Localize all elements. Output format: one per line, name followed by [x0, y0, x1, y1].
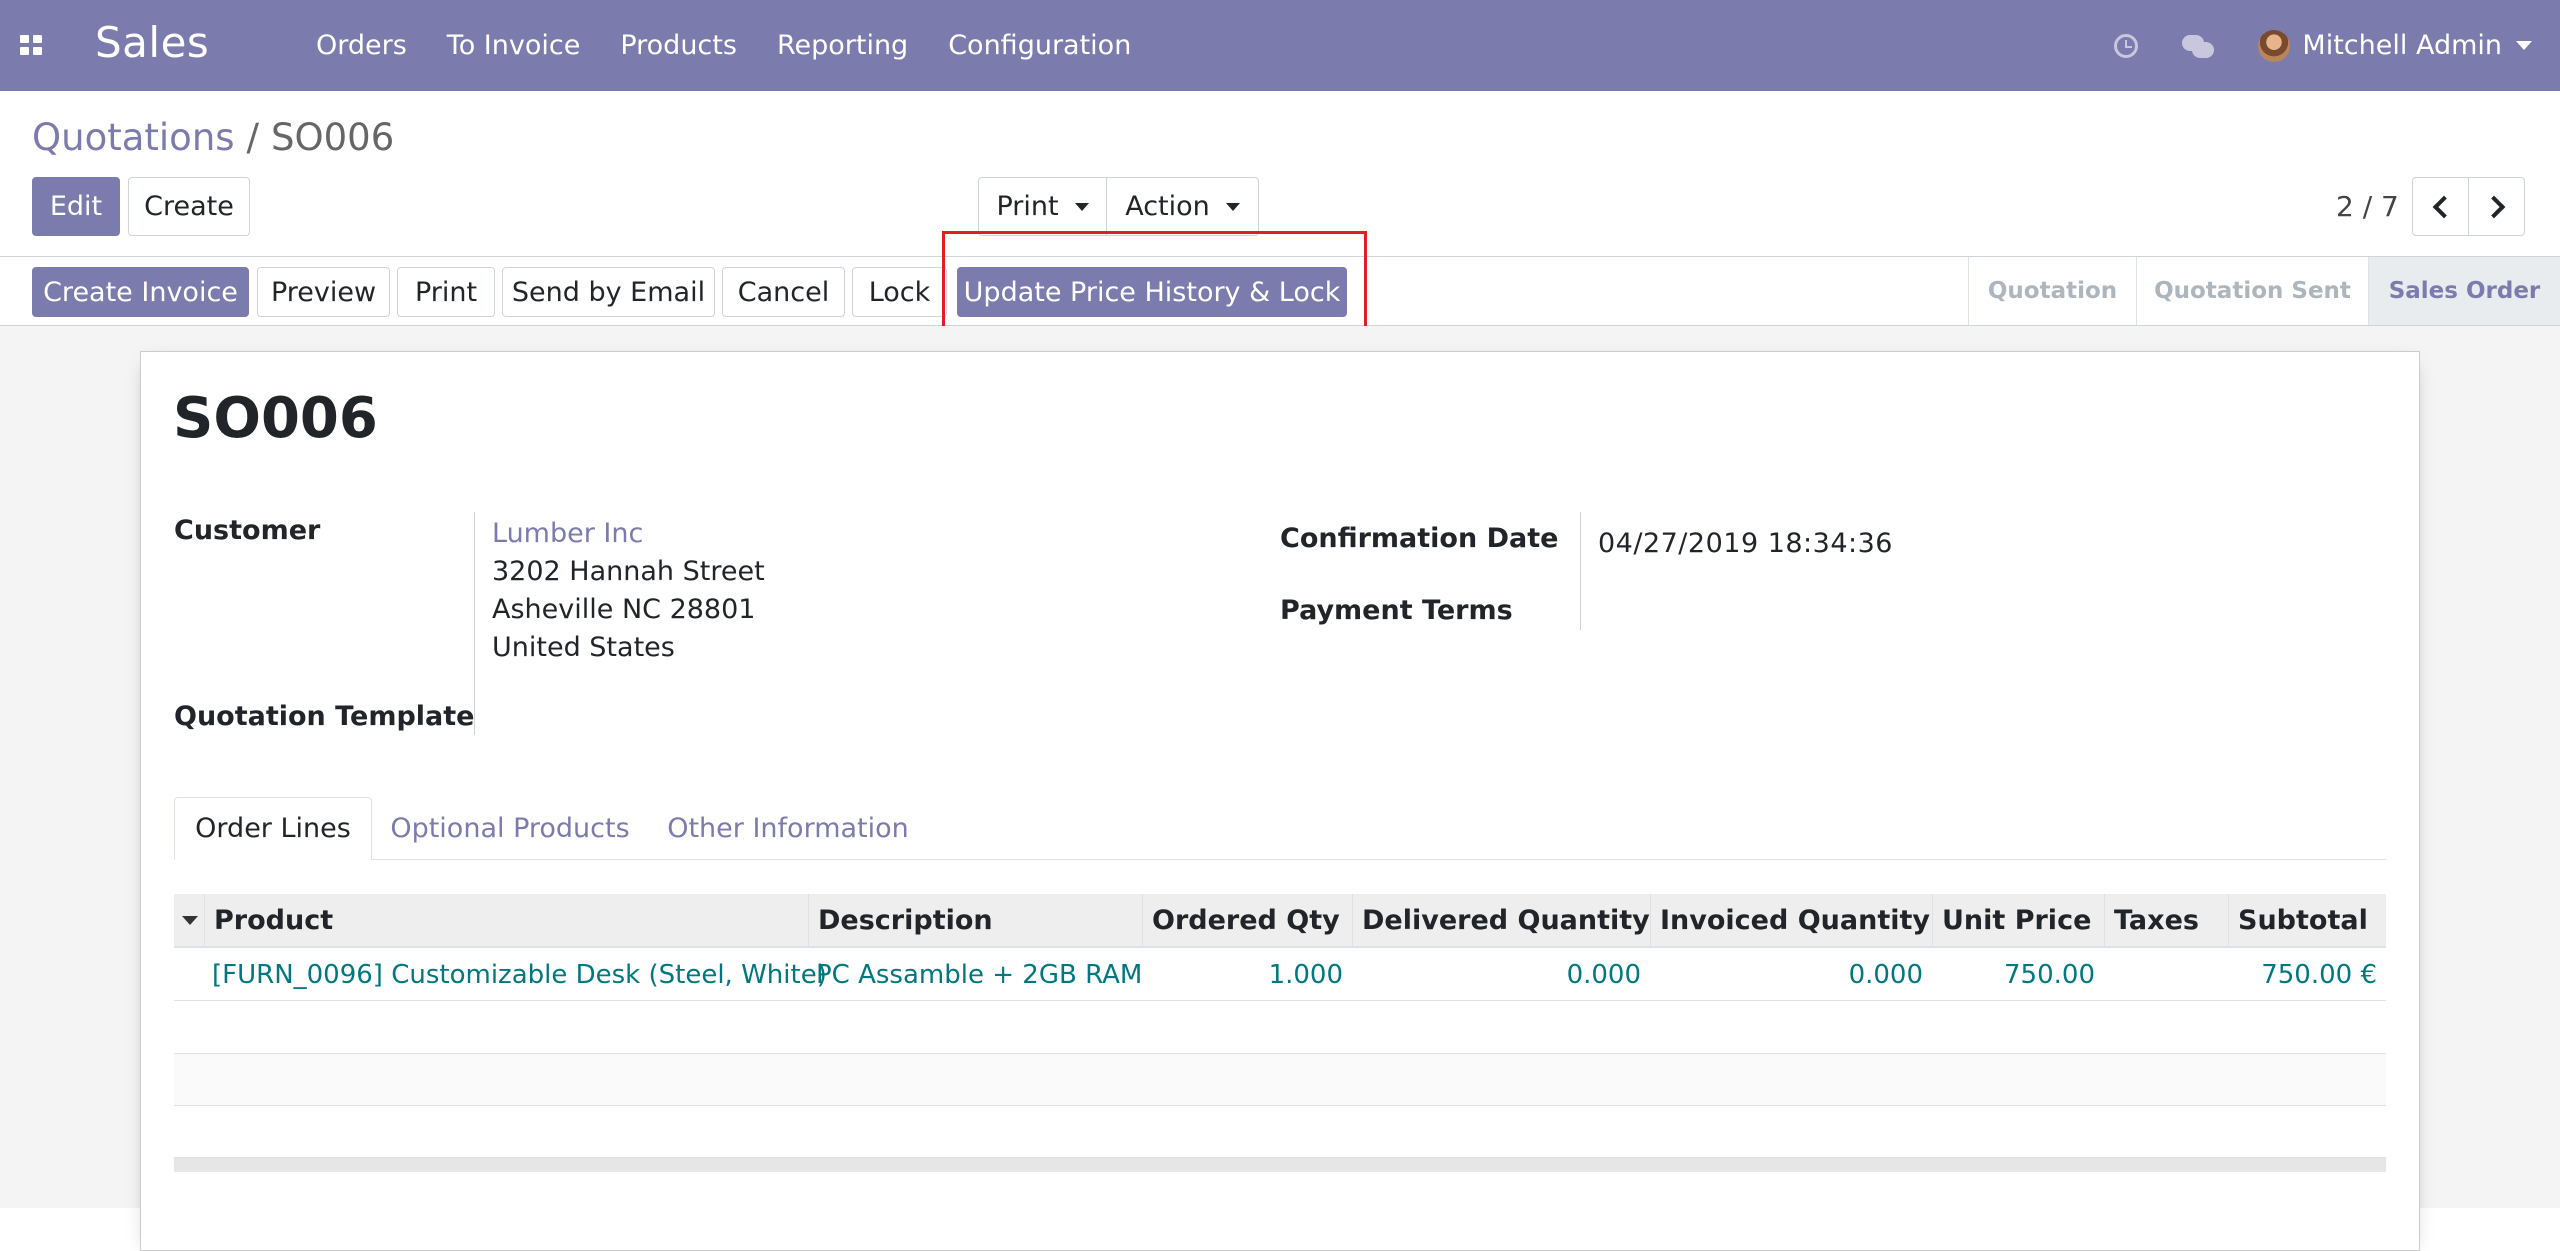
customer-address-line: 3202 Hannah Street [492, 556, 765, 587]
stage-quotation[interactable]: Quotation [1968, 257, 2136, 325]
tab-other-information[interactable]: Other Information [650, 797, 926, 860]
empty-table-row [174, 1054, 2386, 1106]
top-navbar: Sales Orders To Invoice Products Reporti… [0, 0, 2560, 91]
print-button[interactable]: Print [397, 267, 495, 317]
breadcrumb-separator: / [246, 116, 260, 159]
chevron-right-icon [2482, 195, 2505, 218]
navbar-systray: Mitchell Admin [2114, 0, 2560, 91]
table-footer [174, 1158, 2386, 1172]
create-button[interactable]: Create [128, 177, 250, 236]
stage-quotation-sent[interactable]: Quotation Sent [2136, 257, 2368, 325]
cell-invoiced-qty[interactable]: 0.000 [1650, 949, 1932, 1001]
column-header-description[interactable]: Description [808, 894, 1142, 946]
cell-subtotal[interactable]: 750.00 € [2228, 949, 2386, 1001]
print-dropdown-label: Print [996, 191, 1059, 222]
action-caret-icon [1225, 202, 1240, 211]
print-dropdown[interactable]: Print [978, 177, 1107, 236]
order-reference-title: SO006 [173, 386, 378, 451]
create-invoice-button[interactable]: Create Invoice [32, 267, 249, 317]
activity-clock-icon[interactable] [2114, 33, 2139, 58]
payment-terms-label: Payment Terms [1280, 595, 1513, 626]
customer-label: Customer [174, 515, 321, 546]
confirmation-date-label: Confirmation Date [1280, 523, 1559, 554]
tab-optional-products[interactable]: Optional Products [378, 797, 642, 860]
pager-previous-button[interactable] [2412, 177, 2469, 236]
tab-order-lines[interactable]: Order Lines [174, 797, 372, 860]
send-by-email-button[interactable]: Send by Email [502, 267, 715, 317]
table-row[interactable]: [FURN_0096] Customizable Desk (Steel, Wh… [174, 949, 2386, 1001]
stage-indicator: Quotation Quotation Sent Sales Order [1968, 257, 2560, 325]
customer-address-line: United States [492, 632, 675, 663]
breadcrumb-current: SO006 [271, 116, 395, 159]
edit-button[interactable]: Edit [32, 177, 120, 236]
column-header-unit-price[interactable]: Unit Price [1932, 894, 2104, 946]
confirmation-field-divider [1580, 512, 1581, 630]
form-statusbar: Create Invoice Preview Print Send by Ema… [0, 256, 2560, 326]
column-options-caret-icon[interactable] [182, 916, 198, 925]
table-header: Product Description Ordered Qty Delivere… [174, 894, 2386, 948]
pager-value[interactable]: 2 / 7 [2336, 190, 2399, 223]
customer-address-line: Asheville NC 28801 [492, 594, 756, 625]
menu-configuration[interactable]: Configuration [948, 30, 1131, 61]
empty-table-row [174, 1106, 2386, 1158]
breadcrumb: Quotations / SO006 [32, 116, 394, 159]
apps-menu-icon[interactable] [20, 35, 42, 55]
user-avatar[interactable] [2258, 29, 2291, 62]
confirmation-date-value: 04/27/2019 18:34:36 [1598, 528, 1893, 559]
update-price-history-lock-button[interactable]: Update Price History & Lock [957, 267, 1347, 317]
cell-unit-price[interactable]: 750.00 [1932, 949, 2104, 1001]
column-header-subtotal[interactable]: Subtotal [2228, 894, 2386, 946]
cell-description[interactable]: PC Assamble + 2GB RAM [808, 949, 1142, 1001]
column-header-taxes[interactable]: Taxes [2104, 894, 2228, 946]
column-header-product[interactable]: Product [204, 894, 808, 946]
customer-name-link[interactable]: Lumber Inc [492, 518, 643, 549]
cell-delivered-qty[interactable]: 0.000 [1352, 949, 1650, 1001]
action-dropdown-label: Action [1125, 191, 1210, 222]
stage-sales-order[interactable]: Sales Order [2368, 257, 2560, 325]
pager-next-button[interactable] [2468, 177, 2525, 236]
print-caret-icon [1074, 202, 1089, 211]
quotation-template-label: Quotation Template [174, 701, 475, 732]
empty-table-row [174, 1002, 2386, 1054]
cell-product[interactable]: [FURN_0096] Customizable Desk (Steel, Wh… [204, 949, 827, 1001]
menu-to-invoice[interactable]: To Invoice [447, 30, 581, 61]
column-header-ordered-qty[interactable]: Ordered Qty [1142, 894, 1352, 946]
column-header-invoiced-quantity[interactable]: Invoiced Quantity [1650, 894, 1932, 946]
app-brand[interactable]: Sales [95, 18, 209, 67]
chevron-left-icon [2432, 195, 2455, 218]
user-menu-caret-icon[interactable] [2516, 41, 2532, 50]
menu-reporting[interactable]: Reporting [777, 30, 908, 61]
preview-button[interactable]: Preview [257, 267, 390, 317]
lock-button[interactable]: Lock [852, 267, 947, 317]
cancel-button[interactable]: Cancel [722, 267, 845, 317]
column-header-delivered-quantity[interactable]: Delivered Quantity [1352, 894, 1650, 946]
user-menu-name[interactable]: Mitchell Admin [2302, 30, 2502, 61]
main-menu: Orders To Invoice Products Reporting Con… [316, 0, 1171, 91]
discuss-chat-icon[interactable] [2182, 33, 2215, 59]
breadcrumb-quotations-link[interactable]: Quotations [32, 116, 235, 159]
action-dropdown[interactable]: Action [1106, 177, 1259, 236]
cell-taxes[interactable] [2104, 949, 2228, 1001]
cell-ordered-qty[interactable]: 1.000 [1142, 949, 1352, 1001]
menu-products[interactable]: Products [620, 30, 737, 61]
menu-orders[interactable]: Orders [316, 30, 407, 61]
